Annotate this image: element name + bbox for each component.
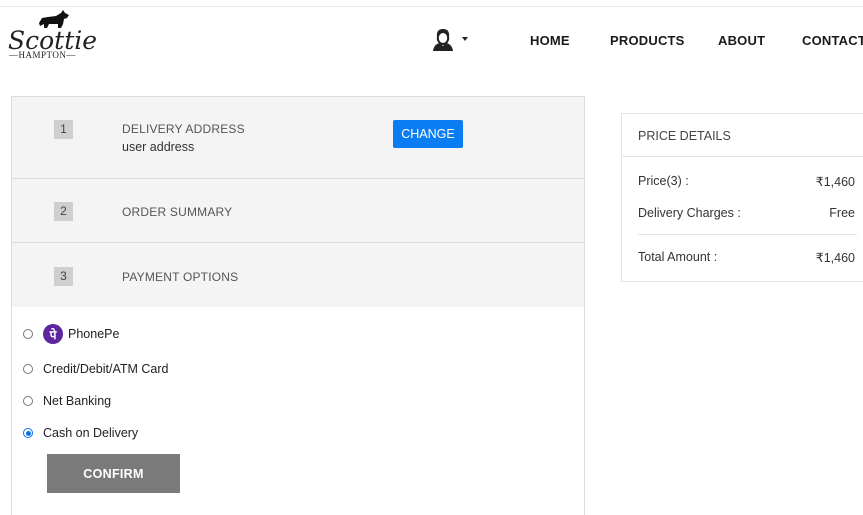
step-label-delivery-address: DELIVERY ADDRESS bbox=[122, 122, 245, 136]
step-label-payment-options: PAYMENT OPTIONS bbox=[122, 270, 239, 284]
radio-button[interactable] bbox=[23, 364, 33, 374]
nav-home[interactable]: HOME bbox=[530, 33, 570, 48]
nav-contact[interactable]: CONTACT bbox=[802, 33, 863, 48]
price-label: Price(3) : bbox=[638, 174, 689, 188]
total-amount-value: ₹1,460 bbox=[815, 251, 855, 265]
brand-subtitle: —HAMPTON— bbox=[9, 50, 76, 60]
delivery-address-value: user address bbox=[122, 140, 195, 154]
step-number: 1 bbox=[54, 120, 73, 139]
user-menu[interactable] bbox=[432, 27, 468, 51]
payment-option-net-banking[interactable]: Net Banking bbox=[23, 394, 111, 408]
nav-about[interactable]: ABOUT bbox=[718, 33, 765, 48]
payment-option-label: Cash on Delivery bbox=[43, 426, 139, 440]
payment-option-phonepe[interactable]: पे PhonePe bbox=[23, 324, 119, 344]
delivery-charges-label: Delivery Charges : bbox=[638, 206, 741, 220]
payment-option-label: Net Banking bbox=[43, 394, 112, 408]
nav-products[interactable]: PRODUCTS bbox=[610, 33, 685, 48]
confirm-button[interactable]: CONFIRM bbox=[47, 454, 180, 493]
step-number: 3 bbox=[54, 267, 73, 286]
radio-button[interactable] bbox=[23, 329, 33, 339]
user-avatar-icon bbox=[433, 29, 453, 51]
step-label-order-summary: ORDER SUMMARY bbox=[122, 205, 233, 219]
price-value: ₹1,460 bbox=[815, 175, 855, 189]
radio-button[interactable] bbox=[23, 396, 33, 406]
phonepe-logo-icon: पे bbox=[43, 324, 63, 344]
payment-option-cod[interactable]: Cash on Delivery bbox=[23, 426, 138, 440]
delivery-address-section: 1 DELIVERY ADDRESS user address CHANGE bbox=[11, 96, 585, 179]
payment-options-section: 3 PAYMENT OPTIONS bbox=[11, 242, 585, 308]
total-amount-label: Total Amount : bbox=[638, 250, 718, 264]
price-details-card: PRICE DETAILS Price(3) : ₹1,460 Delivery… bbox=[621, 113, 863, 282]
order-summary-section[interactable]: 2 ORDER SUMMARY bbox=[11, 178, 585, 243]
brand-logo[interactable]: Scottie —HAMPTON— bbox=[8, 10, 97, 62]
change-address-button[interactable]: CHANGE bbox=[393, 120, 463, 148]
payment-option-card[interactable]: Credit/Debit/ATM Card bbox=[23, 362, 169, 376]
price-details-header: PRICE DETAILS bbox=[622, 114, 863, 157]
price-details-title: PRICE DETAILS bbox=[638, 129, 731, 143]
caret-down-icon bbox=[462, 37, 468, 41]
step-number: 2 bbox=[54, 202, 73, 221]
header-top-border bbox=[0, 0, 863, 7]
delivery-charges-value: Free bbox=[829, 206, 855, 220]
radio-button-selected[interactable] bbox=[23, 428, 33, 438]
payment-option-label: Credit/Debit/ATM Card bbox=[43, 362, 169, 376]
payment-option-label: PhonePe bbox=[68, 327, 120, 341]
divider bbox=[638, 234, 857, 235]
